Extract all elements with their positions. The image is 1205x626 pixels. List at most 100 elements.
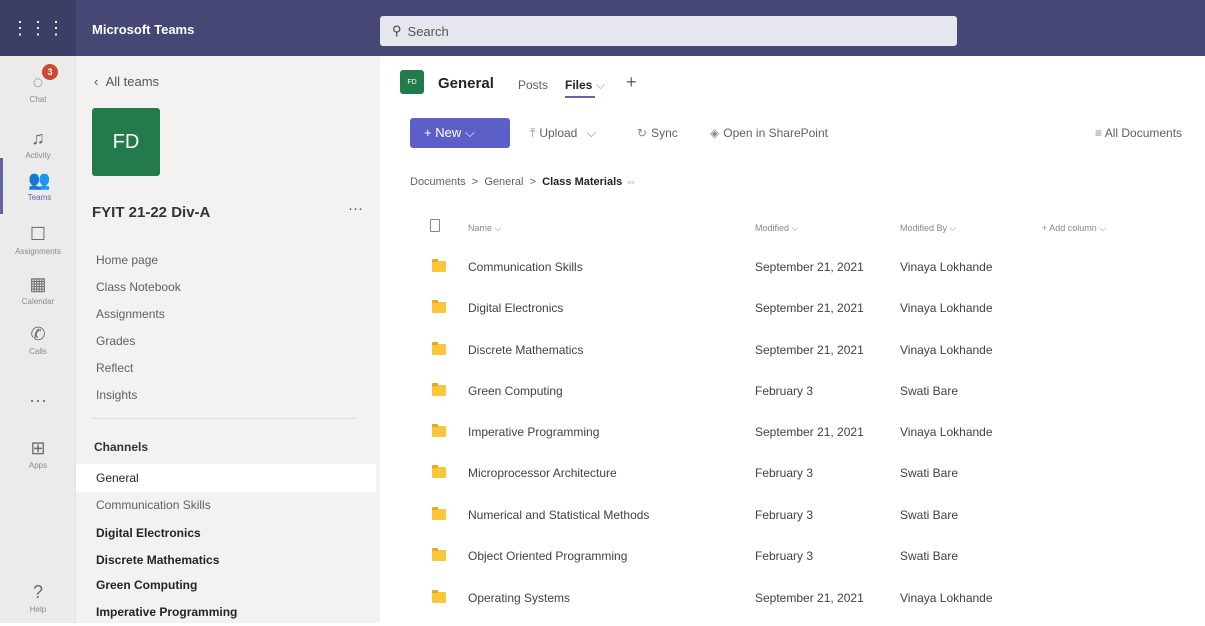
rail-item-assignments[interactable]: ☐ Assignments xyxy=(0,212,76,268)
phone-icon: ✆ xyxy=(30,324,46,344)
chevron-down-icon: ⌵ xyxy=(595,78,605,92)
sharepoint-label: Open in SharePoint xyxy=(723,126,828,140)
column-header-name[interactable]: Name ⌵ xyxy=(468,223,501,234)
rail-item-help[interactable]: ? Help xyxy=(0,570,76,626)
channel-green-computing[interactable]: Green Computing xyxy=(76,578,376,592)
table-row[interactable]: Operating Systems September 21, 2021 Vin… xyxy=(380,578,1205,619)
link-icon[interactable]: ⇔ xyxy=(625,176,636,188)
more-icon: ··· xyxy=(29,390,47,410)
rail-label: Calendar xyxy=(21,297,55,306)
tab-posts[interactable]: Posts xyxy=(518,78,548,92)
add-tab-button[interactable]: + xyxy=(626,72,637,93)
rail-item-calls[interactable]: ✆ Calls xyxy=(0,312,76,368)
rail-label: Teams xyxy=(27,193,52,202)
column-header-modified[interactable]: Modified ⌵ xyxy=(755,223,798,234)
channel-title: General xyxy=(438,75,494,92)
rail-item-calendar[interactable]: ▦ Calendar xyxy=(0,262,76,318)
add-column-button[interactable]: + Add column ⌵ xyxy=(1042,223,1106,234)
folder-icon xyxy=(432,342,446,355)
file-type-icon xyxy=(430,219,440,232)
table-row[interactable]: Numerical and Statistical Methods Februa… xyxy=(380,495,1205,536)
table-row[interactable]: Microprocessor Architecture February 3 S… xyxy=(380,453,1205,494)
file-name[interactable]: Object Oriented Programming xyxy=(468,549,627,563)
folder-icon xyxy=(432,259,446,272)
menu-item-assignments[interactable]: Assignments xyxy=(96,306,181,333)
modified-date: September 21, 2021 xyxy=(755,260,864,274)
team-name: FYIT 21-22 Div-A xyxy=(92,204,211,221)
table-row[interactable]: Green Computing February 3 Swati Bare xyxy=(380,371,1205,412)
breadcrumb: Documents > General > Class Materials ⇔ xyxy=(410,176,636,188)
table-row[interactable]: Communication Skills September 21, 2021 … xyxy=(380,247,1205,288)
folder-icon xyxy=(432,424,446,437)
modified-by: Vinaya Lokhande xyxy=(900,301,993,315)
upload-icon: ⤒ xyxy=(530,126,536,140)
file-name[interactable]: Imperative Programming xyxy=(468,425,599,439)
file-name[interactable]: Green Computing xyxy=(468,384,563,398)
folder-icon xyxy=(432,590,446,603)
new-button[interactable]: + New ⌵ xyxy=(410,118,510,148)
file-name[interactable]: Operating Systems xyxy=(468,591,570,605)
channel-digital-electronics[interactable]: Digital Electronics xyxy=(76,526,376,540)
menu-item-insights[interactable]: Insights xyxy=(96,387,181,414)
modified-date: February 3 xyxy=(755,466,814,480)
channel-general[interactable]: General xyxy=(76,464,376,492)
open-in-sharepoint-button[interactable]: ◈ Open in SharePoint xyxy=(710,126,828,140)
top-bar: ⋮⋮⋮ Microsoft Teams ⚲ Search xyxy=(0,0,1205,56)
column-header-modified-by[interactable]: Modified By ⌵ xyxy=(900,223,956,234)
channel-discrete-mathematics[interactable]: Discrete Mathematics xyxy=(76,553,376,567)
file-name[interactable]: Discrete Mathematics xyxy=(468,343,583,357)
rail-item-more[interactable]: ··· xyxy=(0,372,76,428)
modified-date: February 3 xyxy=(755,549,814,563)
calendar-icon: ▦ xyxy=(29,274,47,294)
table-row[interactable]: Digital Electronics September 21, 2021 V… xyxy=(380,288,1205,329)
upload-label: Upload xyxy=(539,126,578,140)
chevron-left-icon: ‹ xyxy=(94,74,99,89)
channel-avatar: FD xyxy=(400,70,424,94)
rail-item-chat[interactable]: ◌ Chat 3 xyxy=(0,60,76,116)
folder-icon xyxy=(432,548,446,561)
apps-grid-icon[interactable]: ⋮⋮⋮ xyxy=(0,0,76,56)
rail-item-apps[interactable]: ⊞ Apps xyxy=(0,426,76,482)
rail-label: Chat xyxy=(29,95,47,104)
file-name[interactable]: Communication Skills xyxy=(468,260,583,274)
view-selector[interactable]: ≡ All Documents xyxy=(1095,126,1182,140)
table-row[interactable]: Discrete Mathematics September 21, 2021 … xyxy=(380,330,1205,371)
list-view-icon: ≡ xyxy=(1095,126,1103,140)
search-input[interactable]: ⚲ Search xyxy=(380,16,957,46)
team-more-options-icon[interactable]: ··· xyxy=(348,200,363,217)
table-row[interactable]: Imperative Programming September 21, 202… xyxy=(380,412,1205,453)
modified-date: September 21, 2021 xyxy=(755,343,864,357)
file-name[interactable]: Numerical and Statistical Methods xyxy=(468,508,649,522)
menu-item-reflect[interactable]: Reflect xyxy=(96,360,181,387)
modified-date: February 3 xyxy=(755,384,814,398)
modified-date: September 21, 2021 xyxy=(755,301,864,315)
breadcrumb-separator: > xyxy=(471,176,479,188)
upload-button[interactable]: ⤒ Upload ⌵ xyxy=(530,126,600,141)
menu-item-home-page[interactable]: Home page xyxy=(96,252,181,279)
notification-badge: 3 xyxy=(42,64,58,80)
rail-item-teams[interactable]: 👥 Teams xyxy=(0,158,76,214)
breadcrumb-separator: > xyxy=(529,176,537,188)
app-title: Microsoft Teams xyxy=(92,22,195,37)
file-name[interactable]: Digital Electronics xyxy=(468,301,563,315)
menu-item-class-notebook[interactable]: Class Notebook xyxy=(96,279,181,306)
sync-label: Sync xyxy=(651,126,678,140)
table-row[interactable]: Object Oriented Programming February 3 S… xyxy=(380,536,1205,577)
channel-imperative-programming[interactable]: Imperative Programming xyxy=(76,605,376,619)
teams-icon: 👥 xyxy=(28,170,51,190)
modified-date: February 3 xyxy=(755,508,814,522)
modified-date: September 21, 2021 xyxy=(755,425,864,439)
breadcrumb-documents[interactable]: Documents xyxy=(410,176,466,188)
menu-item-grades[interactable]: Grades xyxy=(96,333,181,360)
sync-button[interactable]: ↻ Sync xyxy=(637,126,678,140)
rail-label: Apps xyxy=(28,461,48,470)
channel-communication-skills[interactable]: Communication Skills xyxy=(76,498,376,512)
tab-files[interactable]: Files ⌵ xyxy=(565,78,605,93)
file-name[interactable]: Microprocessor Architecture xyxy=(468,466,617,480)
back-to-all-teams[interactable]: ‹ All teams xyxy=(94,74,159,89)
breadcrumb-general[interactable]: General xyxy=(484,176,523,188)
bell-icon: ♫ xyxy=(31,128,45,148)
modified-by: Swati Bare xyxy=(900,508,959,522)
modified-by: Swati Bare xyxy=(900,549,959,563)
search-placeholder: Search xyxy=(407,23,449,39)
